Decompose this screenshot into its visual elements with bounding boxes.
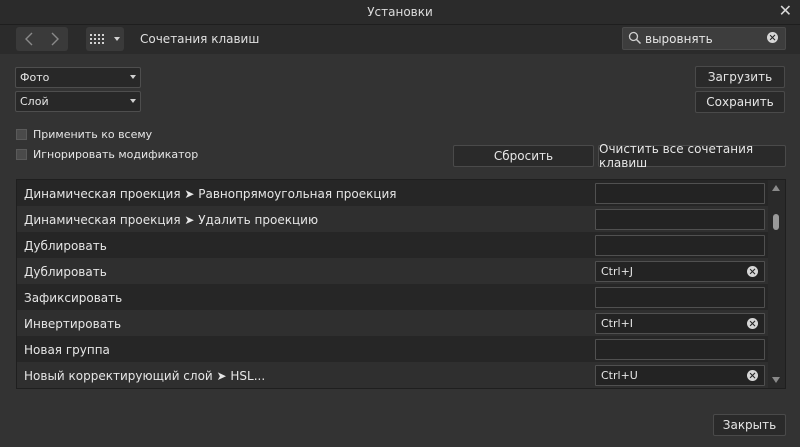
clear-all-shortcuts-button[interactable]: Очистить все сочетания клавиш [598,142,786,170]
scroll-thumb[interactable] [773,214,779,230]
command-label: Динамическая проекция ➤ Удалить проекцию [24,213,319,227]
back-button[interactable] [16,27,42,51]
clear-shortcut-icon[interactable] [747,266,758,277]
title-bar: Установки ✕ [0,0,800,25]
scroll-down-icon[interactable] [772,377,780,383]
command-label: Новый корректирующий слой ➤ HSL... [24,369,266,383]
shortcut-value: Ctrl+I [601,317,634,330]
shortcut-row[interactable]: Зафиксировать [17,284,768,310]
chevron-left-icon [25,32,33,46]
command-label: Новая группа [24,343,110,357]
save-button[interactable]: Сохранить [695,91,785,113]
window-title: Установки [367,5,433,19]
command-label: Дублировать [24,239,107,253]
shortcut-row[interactable]: Инвертировать Ctrl+I [17,310,768,336]
clear-shortcut-icon[interactable] [747,370,758,381]
scrollbar[interactable] [768,180,785,388]
search-input[interactable]: выровнять [645,32,713,46]
search-icon [628,31,642,45]
grid-icon [90,34,120,44]
category-select[interactable]: Слой [15,91,141,112]
chevron-down-icon [130,75,136,79]
shortcut-value: Ctrl+J [601,265,634,278]
apply-all-checkbox[interactable]: Применить ко всему [16,128,152,141]
clear-shortcut-icon[interactable] [747,318,758,329]
checkbox-box[interactable] [16,129,27,140]
shortcuts-panel: Фото Слой Загрузить Сохранить Применить … [0,54,800,447]
command-label: Дублировать [24,265,107,279]
shortcut-field[interactable] [595,209,765,230]
shortcut-field[interactable] [595,287,765,308]
command-label: Зафиксировать [24,291,123,305]
shortcut-row[interactable]: Дублировать [17,232,768,258]
chevron-right-icon [51,32,59,46]
shortcut-row[interactable]: Динамическая проекция ➤ Удалить проекцию [17,206,768,232]
shortcut-field[interactable] [595,235,765,256]
forward-button[interactable] [42,27,68,51]
close-button[interactable]: Закрыть [713,414,786,436]
category-value: Слой [20,95,49,108]
shortcut-row[interactable]: Дублировать Ctrl+J [17,258,768,284]
dropdown-caret-icon [114,37,120,41]
toolbar: Сочетания клавиш выровнять [0,25,800,53]
breadcrumb: Сочетания клавиш [140,32,260,46]
shortcut-row[interactable]: Новый корректирующий слой ➤ HSL... Ctrl+U [17,362,768,388]
shortcut-row[interactable]: Новая группа [17,336,768,362]
sections-grid-button[interactable] [86,27,124,51]
load-button[interactable]: Загрузить [695,66,785,88]
shortcut-field[interactable] [595,339,765,360]
shortcut-field[interactable]: Ctrl+J [595,261,765,282]
checkbox-box[interactable] [16,149,27,160]
command-label: Динамическая проекция ➤ Равнопрямоугольн… [24,187,397,201]
reset-button[interactable]: Сбросить [453,145,594,167]
app-persona-value: Фото [20,71,50,84]
ignore-modifier-checkbox[interactable]: Игнорировать модификатор [16,148,198,161]
search-field[interactable]: выровнять [622,27,786,50]
shortcut-field[interactable]: Ctrl+I [595,313,765,334]
shortcut-field[interactable] [595,183,765,204]
shortcut-row[interactable]: Динамическая проекция ➤ Равнопрямоугольн… [17,180,768,206]
shortcuts-list: Динамическая проекция ➤ Равнопрямоугольн… [16,179,786,389]
app-persona-select[interactable]: Фото [15,67,141,88]
command-label: Инвертировать [24,317,122,331]
shortcut-field[interactable]: Ctrl+U [595,365,765,386]
ignore-modifier-label: Игнорировать модификатор [33,148,199,161]
clear-search-icon[interactable] [767,32,778,43]
shortcut-value: Ctrl+U [601,369,638,382]
close-window-icon[interactable]: ✕ [779,2,792,20]
chevron-down-icon [130,99,136,103]
nav-group [16,27,68,51]
scroll-up-icon[interactable] [772,185,780,191]
apply-all-label: Применить ко всему [33,128,153,141]
